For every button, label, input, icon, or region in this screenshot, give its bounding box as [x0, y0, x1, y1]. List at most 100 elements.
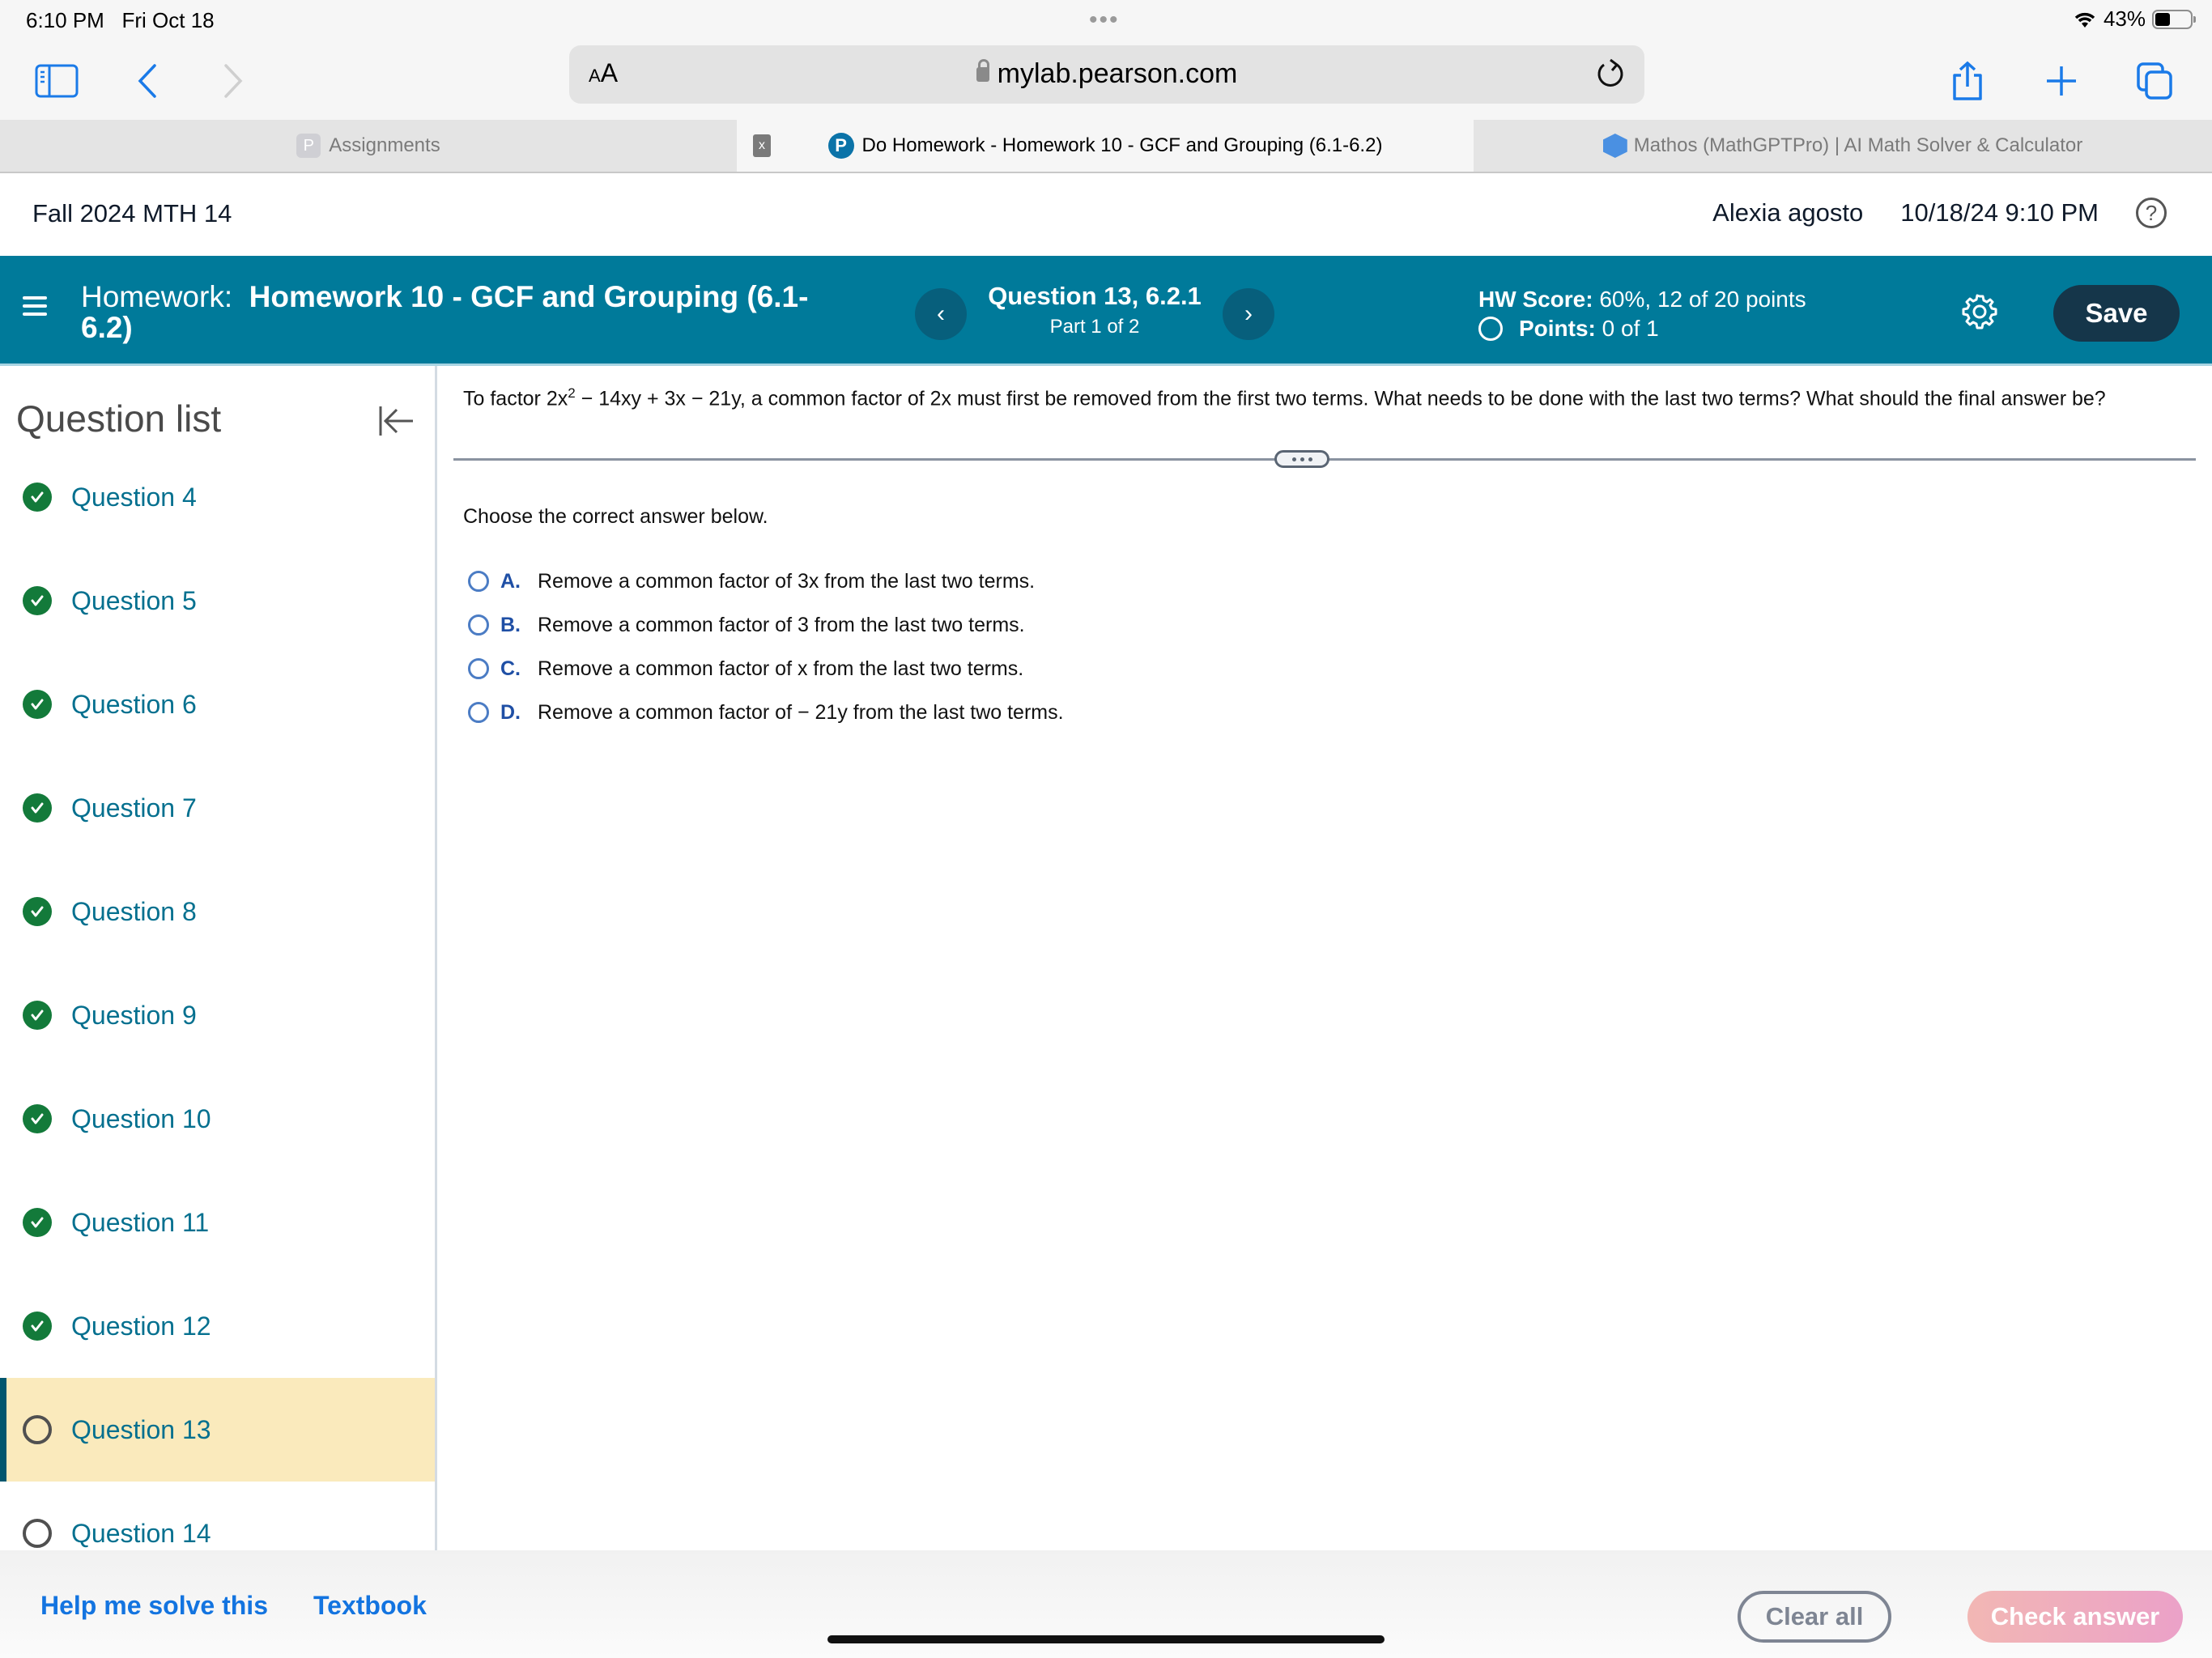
sidebar-question-item[interactable]: Question 8: [0, 860, 435, 963]
question-text: To factor 2x2 − 14xy + 3x − 21y, a commo…: [463, 385, 2106, 410]
menu-icon[interactable]: [23, 296, 47, 321]
tabs-overview-icon[interactable]: [2131, 57, 2180, 105]
question-navigator: ‹ Question 13, 6.2.1 Part 1 of 2 ›: [915, 280, 1274, 342]
sidebar-question-item[interactable]: Question 14: [0, 1482, 435, 1550]
points-label: Points:: [1519, 316, 1596, 341]
sidebar-question-item[interactable]: Question 4: [0, 445, 435, 549]
sidebar-question-item[interactable]: Question 9: [0, 963, 435, 1067]
sidebar-question-item[interactable]: Question 13: [0, 1378, 435, 1482]
check-circle-icon: [23, 897, 52, 926]
question-text-prefix: To factor 2x: [463, 387, 568, 410]
points-value: 0 of 1: [1602, 316, 1659, 341]
question-item-label: Question 14: [71, 1518, 211, 1548]
radio-button[interactable]: [468, 571, 489, 592]
answer-option[interactable]: A. Remove a common factor of 3x from the …: [468, 565, 1035, 597]
course-header: Fall 2024 MTH 14 Alexia agosto 10/18/24 …: [0, 173, 2212, 256]
status-bar: 6:10 PM Fri Oct 18 ••• 43%: [0, 0, 2212, 49]
question-text-suffix: − 14xy + 3x − 21y, a common factor of 2x…: [575, 387, 2106, 410]
status-indicators: 43%: [2073, 6, 2196, 32]
settings-gear-icon[interactable]: [1959, 291, 2000, 332]
status-time: 6:10 PM Fri Oct 18: [26, 8, 215, 33]
points-status-icon: [1478, 317, 1503, 341]
tab-assignments[interactable]: P Assignments: [0, 120, 737, 172]
save-button[interactable]: Save: [2053, 285, 2180, 342]
wifi-icon: [2074, 12, 2095, 28]
lock-icon: [976, 59, 989, 82]
help-me-solve-link[interactable]: Help me solve this: [40, 1591, 268, 1621]
check-circle-icon: [23, 1208, 52, 1237]
check-circle-icon: [23, 586, 52, 615]
option-text: Remove a common factor of − 21y from the…: [538, 700, 1064, 724]
answer-instruction: Choose the correct answer below.: [463, 505, 768, 528]
answer-option[interactable]: D. Remove a common factor of − 21y from t…: [468, 696, 1064, 729]
sidebar-question-item[interactable]: Question 10: [0, 1067, 435, 1171]
question-item-label: Question 9: [71, 1000, 197, 1030]
question-item-label: Question 5: [71, 585, 197, 615]
forward-icon[interactable]: [209, 57, 257, 105]
clock: 6:10 PM: [26, 8, 104, 32]
radio-button[interactable]: [468, 614, 489, 636]
answer-option[interactable]: B. Remove a common factor of 3 from the l…: [468, 609, 1025, 641]
question-item-label: Question 11: [71, 1207, 210, 1237]
assignment-banner: Homework: Homework 10 - GCF and Grouping…: [0, 256, 2212, 366]
question-item-label: Question 7: [71, 793, 197, 823]
homework-title: Homework: Homework 10 - GCF and Grouping…: [81, 282, 810, 343]
tab-label: Mathos (MathGPTPro) | AI Math Solver & C…: [1633, 134, 2083, 156]
homework-label: Homework:: [81, 280, 233, 313]
sidebar-toggle-icon[interactable]: [32, 57, 81, 105]
question-item-label: Question 8: [71, 896, 197, 926]
check-circle-icon: [23, 1104, 52, 1133]
hw-score-value: 60%, 12 of 20 points: [1599, 287, 1806, 312]
check-circle-icon: [23, 793, 52, 823]
option-text: Remove a common factor of 3x from the la…: [538, 569, 1036, 593]
radio-button[interactable]: [468, 702, 489, 723]
collapse-sidebar-icon[interactable]: [376, 402, 415, 440]
check-answer-button[interactable]: Check answer: [1967, 1591, 2183, 1643]
tab-bar: P Assignments x P Do Homework - Homework…: [0, 120, 2212, 173]
question-part: Part 1 of 2: [1049, 316, 1140, 338]
battery-percent: 43%: [2103, 6, 2146, 31]
home-indicator[interactable]: [827, 1635, 1385, 1643]
radio-button[interactable]: [468, 658, 489, 679]
expand-handle-button[interactable]: [1274, 450, 1329, 468]
sidebar-question-item[interactable]: Question 12: [0, 1274, 435, 1378]
check-circle-icon: [23, 1312, 52, 1341]
pearson-logo-icon: P: [827, 133, 854, 159]
address-bar[interactable]: AA mylab.pearson.com: [569, 45, 1644, 104]
new-tab-icon[interactable]: [2037, 57, 2086, 105]
tab-mathos[interactable]: Mathos (MathGPTPro) | AI Math Solver & C…: [1474, 120, 2212, 172]
sidebar-question-item[interactable]: Question 11: [0, 1171, 435, 1274]
sidebar-question-item[interactable]: Question 6: [0, 653, 435, 756]
answer-option[interactable]: C. Remove a common factor of x from the l…: [468, 653, 1023, 685]
help-icon[interactable]: ?: [2136, 198, 2167, 228]
share-icon[interactable]: [1943, 57, 1992, 105]
check-circle-icon: [23, 483, 52, 512]
question-item-label: Question 12: [71, 1311, 211, 1341]
reload-icon[interactable]: [1593, 57, 1628, 92]
tab-label: Do Homework - Homework 10 - GCF and Grou…: [861, 134, 1383, 156]
question-item-label: Question 4: [71, 482, 197, 512]
textbook-link[interactable]: Textbook: [313, 1591, 427, 1621]
clear-all-button[interactable]: Clear all: [1738, 1591, 1891, 1643]
sidebar-question-item[interactable]: Question 7: [0, 756, 435, 860]
question-label: Question 13, 6.2.1: [988, 282, 1202, 310]
url-field[interactable]: mylab.pearson.com: [569, 58, 1644, 90]
question-item-label: Question 13: [71, 1414, 211, 1444]
close-tab-icon[interactable]: x: [753, 134, 771, 157]
back-icon[interactable]: [123, 57, 172, 105]
option-letter: B.: [500, 613, 521, 636]
course-title: Fall 2024 MTH 14: [32, 199, 232, 227]
sidebar-question-item[interactable]: Question 5: [0, 549, 435, 653]
multitasking-dots-icon[interactable]: •••: [1089, 6, 1120, 34]
current-datetime: 10/18/24 9:10 PM: [1900, 198, 2099, 227]
option-letter: C.: [500, 657, 521, 680]
previous-question-button[interactable]: ‹: [915, 288, 967, 340]
course-header-right: Alexia agosto 10/18/24 9:10 PM ?: [1712, 198, 2167, 228]
incomplete-circle-icon: [23, 1415, 52, 1444]
tab-do-homework[interactable]: x P Do Homework - Homework 10 - GCF and …: [737, 120, 1474, 172]
hw-score: HW Score: 60%, 12 of 20 points: [1478, 287, 1806, 312]
next-question-button[interactable]: ›: [1223, 288, 1274, 340]
check-circle-icon: [23, 690, 52, 719]
incomplete-circle-icon: [23, 1519, 52, 1548]
pearson-favicon-icon: P: [296, 134, 321, 158]
